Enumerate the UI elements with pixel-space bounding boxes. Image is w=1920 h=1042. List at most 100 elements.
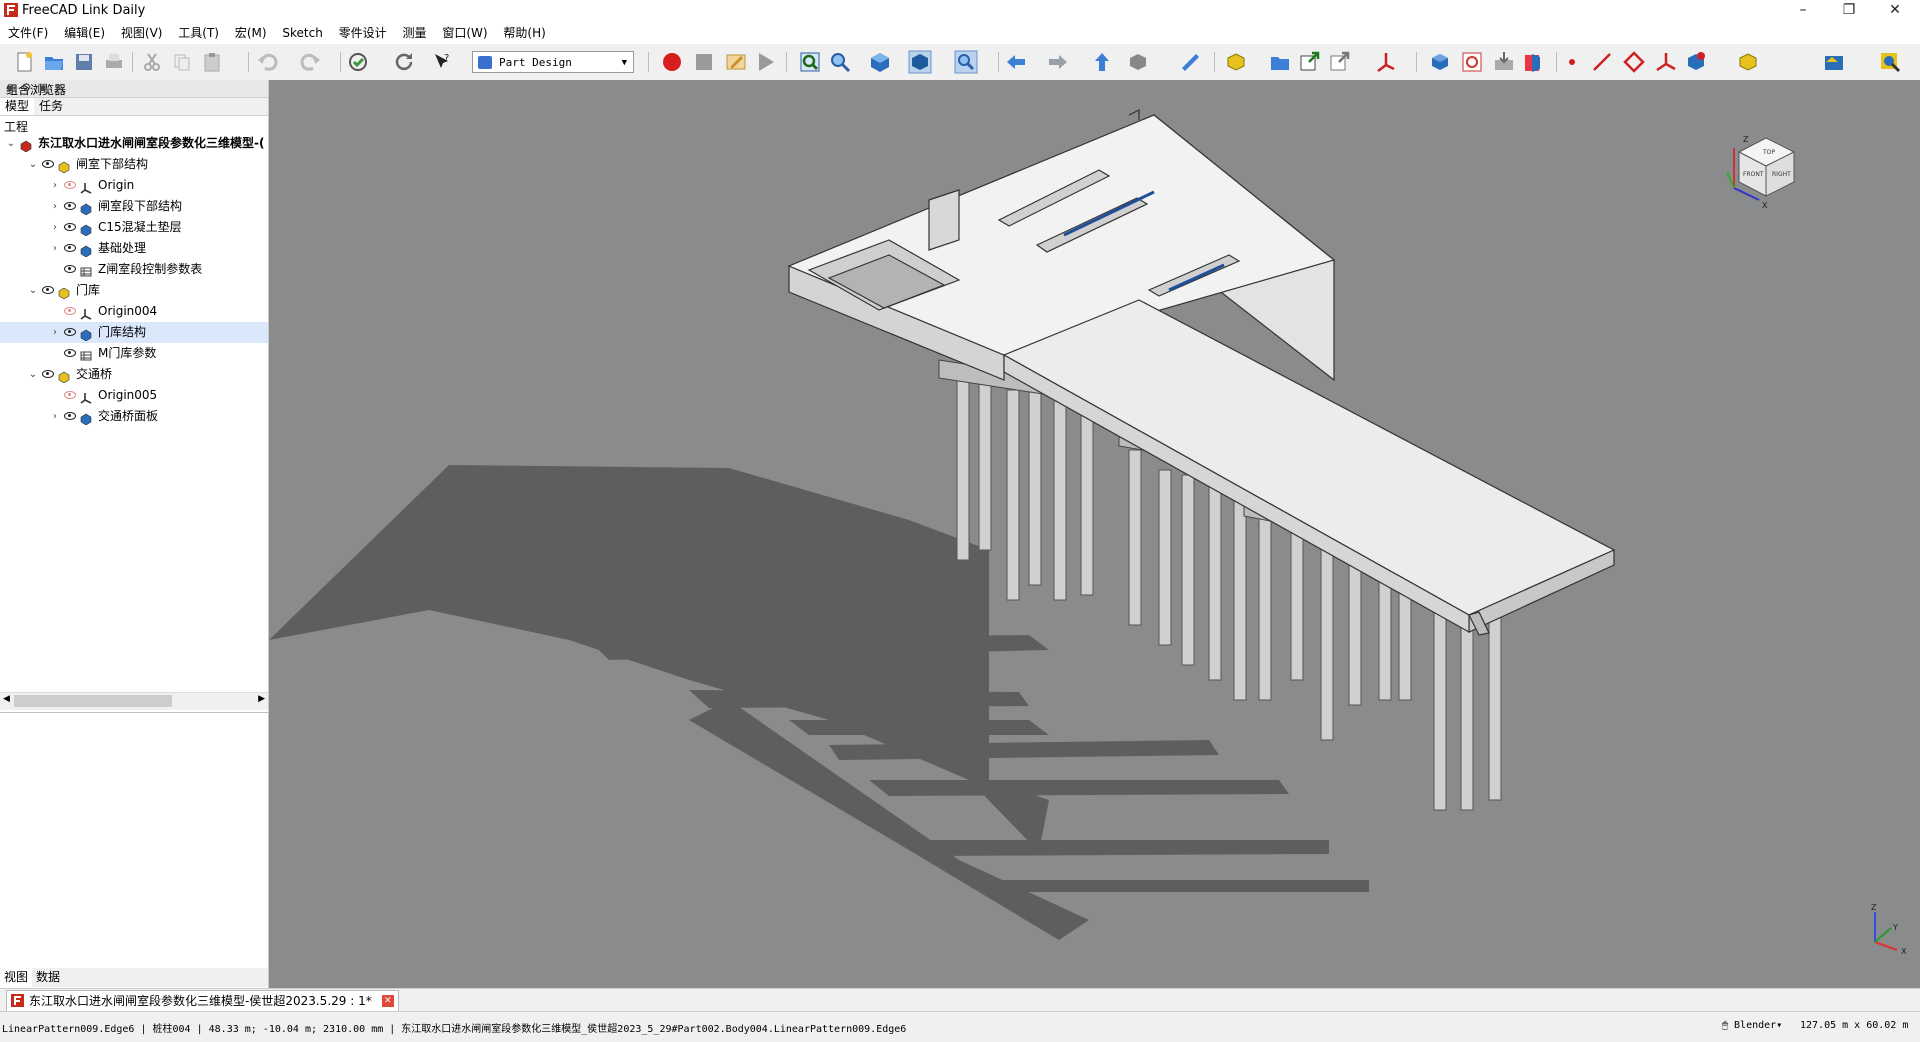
- hidden-eye-icon[interactable]: [64, 307, 76, 315]
- tree-item[interactable]: ⌄ 东江取水口进水闸闸室段参数化三维模型-(: [0, 133, 268, 154]
- arrow-up-icon[interactable]: [1090, 50, 1114, 74]
- inspect-icon[interactable]: [1878, 50, 1902, 74]
- lock-icon[interactable]: [1736, 50, 1760, 74]
- tree-item[interactable]: › 交通桥面板: [0, 406, 268, 427]
- visibility-eye-icon[interactable]: [64, 328, 76, 336]
- tree-item[interactable]: › Origin: [0, 175, 268, 196]
- datum-icon[interactable]: [1374, 50, 1398, 74]
- visibility-eye-icon[interactable]: [42, 370, 54, 378]
- tree-item[interactable]: ⌄ 门库: [0, 280, 268, 301]
- scrollbar-thumb[interactable]: [14, 695, 172, 707]
- whats-this-icon[interactable]: ?: [430, 50, 454, 74]
- tab-data[interactable]: 数据: [32, 968, 64, 987]
- measure-icon[interactable]: [1178, 50, 1202, 74]
- tree-item[interactable]: ⌄ 交通桥: [0, 364, 268, 385]
- undo-icon[interactable]: [256, 50, 280, 74]
- visibility-eye-icon[interactable]: [64, 412, 76, 420]
- tree-item[interactable]: › 门库结构: [0, 322, 268, 343]
- minimize-button[interactable]: –: [1780, 0, 1826, 22]
- visibility-eye-icon[interactable]: [64, 223, 76, 231]
- tab-tasks[interactable]: 任务: [34, 98, 68, 115]
- clone-icon[interactable]: [1460, 50, 1484, 74]
- tree-item[interactable]: ⌄ 闸室下部结构: [0, 154, 268, 175]
- record-macro-icon[interactable]: [660, 50, 684, 74]
- collapse-arrow-icon[interactable]: ›: [50, 322, 60, 343]
- import-icon[interactable]: [1522, 50, 1546, 74]
- collapse-arrow-icon[interactable]: ›: [50, 238, 60, 259]
- menu-macro[interactable]: 宏(M): [229, 22, 273, 44]
- new-file-icon[interactable]: [12, 50, 36, 74]
- tree-item[interactable]: Z闸室段控制参数表: [0, 259, 268, 280]
- tree-item[interactable]: Origin005: [0, 385, 268, 406]
- paste-icon[interactable]: [200, 50, 224, 74]
- collapse-arrow-icon[interactable]: ›: [50, 175, 60, 196]
- hidden-eye-icon[interactable]: [64, 181, 76, 189]
- menu-edit[interactable]: 编辑(E): [58, 22, 111, 44]
- collapse-arrow-icon[interactable]: ›: [50, 217, 60, 238]
- expand-arrow-icon[interactable]: ⌄: [28, 154, 38, 175]
- tree-item[interactable]: › C15混凝土垫层: [0, 217, 268, 238]
- refresh-icon[interactable]: [392, 50, 416, 74]
- collapse-arrow-icon[interactable]: ›: [50, 406, 60, 427]
- menu-sketch[interactable]: Sketch: [276, 22, 328, 44]
- copy-icon[interactable]: [170, 50, 194, 74]
- datum-line-icon[interactable]: [1590, 50, 1614, 74]
- run-macro-icon[interactable]: [754, 50, 778, 74]
- hidden-eye-icon[interactable]: [64, 391, 76, 399]
- restore-button[interactable]: ❐: [1826, 0, 1872, 22]
- close-button[interactable]: ✕: [1872, 0, 1918, 22]
- make-link-icon[interactable]: [1298, 50, 1322, 74]
- tree-item[interactable]: M门库参数: [0, 343, 268, 364]
- 3d-viewport[interactable]: TOP FRONT RIGHT Z X Z X Y: [269, 80, 1920, 988]
- export-icon[interactable]: [1492, 50, 1516, 74]
- menu-help[interactable]: 帮助(H): [497, 22, 551, 44]
- scroll-left-icon[interactable]: ◀: [3, 694, 10, 704]
- visibility-eye-icon[interactable]: [64, 265, 76, 273]
- 3d-scene[interactable]: TOP FRONT RIGHT Z X Z X Y: [269, 80, 1920, 988]
- draw-style-icon[interactable]: [908, 50, 932, 74]
- workbench-selector[interactable]: Part Design ▼: [472, 51, 634, 73]
- expand-arrow-icon[interactable]: ⌄: [28, 280, 38, 301]
- create-group-icon[interactable]: [1268, 50, 1292, 74]
- collapse-arrow-icon[interactable]: ›: [50, 196, 60, 217]
- visibility-eye-icon[interactable]: [42, 286, 54, 294]
- shape-binder-icon[interactable]: [1684, 50, 1708, 74]
- link-actions-icon[interactable]: [1328, 50, 1352, 74]
- zoom-selection-icon[interactable]: [828, 50, 852, 74]
- expand-arrow-icon[interactable]: ⌄: [6, 133, 16, 154]
- menu-part-design[interactable]: 零件设计: [333, 22, 393, 44]
- datum-point-icon[interactable]: [1560, 50, 1584, 74]
- visibility-eye-icon[interactable]: [64, 349, 76, 357]
- menu-measure[interactable]: 测量: [396, 22, 432, 44]
- stop-macro-icon[interactable]: [692, 50, 716, 74]
- local-coordinate-system-icon[interactable]: [1654, 50, 1678, 74]
- close-document-icon[interactable]: ✕: [381, 995, 394, 1007]
- navigation-style-selector[interactable]: 🖱 Blender▾: [1722, 1020, 1782, 1031]
- panel-header-icons[interactable]: ◉⚙▣✕: [6, 81, 260, 94]
- recompute-icon[interactable]: [346, 50, 370, 74]
- menu-tools[interactable]: 工具(T): [172, 22, 225, 44]
- datum-plane-icon[interactable]: [1622, 50, 1646, 74]
- menu-view[interactable]: 视图(V): [115, 22, 169, 44]
- print-icon[interactable]: [102, 50, 126, 74]
- arrow-left-icon[interactable]: [1004, 50, 1028, 74]
- visibility-eye-icon[interactable]: [64, 244, 76, 252]
- menu-window[interactable]: 窗口(W): [436, 22, 493, 44]
- arrow-right-icon[interactable]: [1046, 50, 1070, 74]
- fit-all-icon[interactable]: [798, 50, 822, 74]
- open-file-icon[interactable]: [42, 50, 66, 74]
- view-isometric-icon[interactable]: [868, 50, 892, 74]
- tree-horizontal-scrollbar[interactable]: ◀ ▶: [0, 692, 268, 710]
- zoom-box-icon[interactable]: [954, 50, 978, 74]
- cut-icon[interactable]: [140, 50, 164, 74]
- edit-macro-icon[interactable]: [724, 50, 748, 74]
- visibility-eye-icon[interactable]: [42, 160, 54, 168]
- tree-item[interactable]: › 闸室段下部结构: [0, 196, 268, 217]
- drawing-icon[interactable]: [1822, 50, 1846, 74]
- tab-view[interactable]: 视图: [0, 968, 33, 987]
- create-part-icon[interactable]: [1224, 50, 1248, 74]
- tab-model[interactable]: 模型: [0, 98, 35, 115]
- save-icon[interactable]: [72, 50, 96, 74]
- box-select-icon[interactable]: [1126, 50, 1150, 74]
- document-tab[interactable]: 东江取水口进水闸闸室段参数化三维模型-侯世超2023.5.29 : 1* ✕: [6, 990, 399, 1012]
